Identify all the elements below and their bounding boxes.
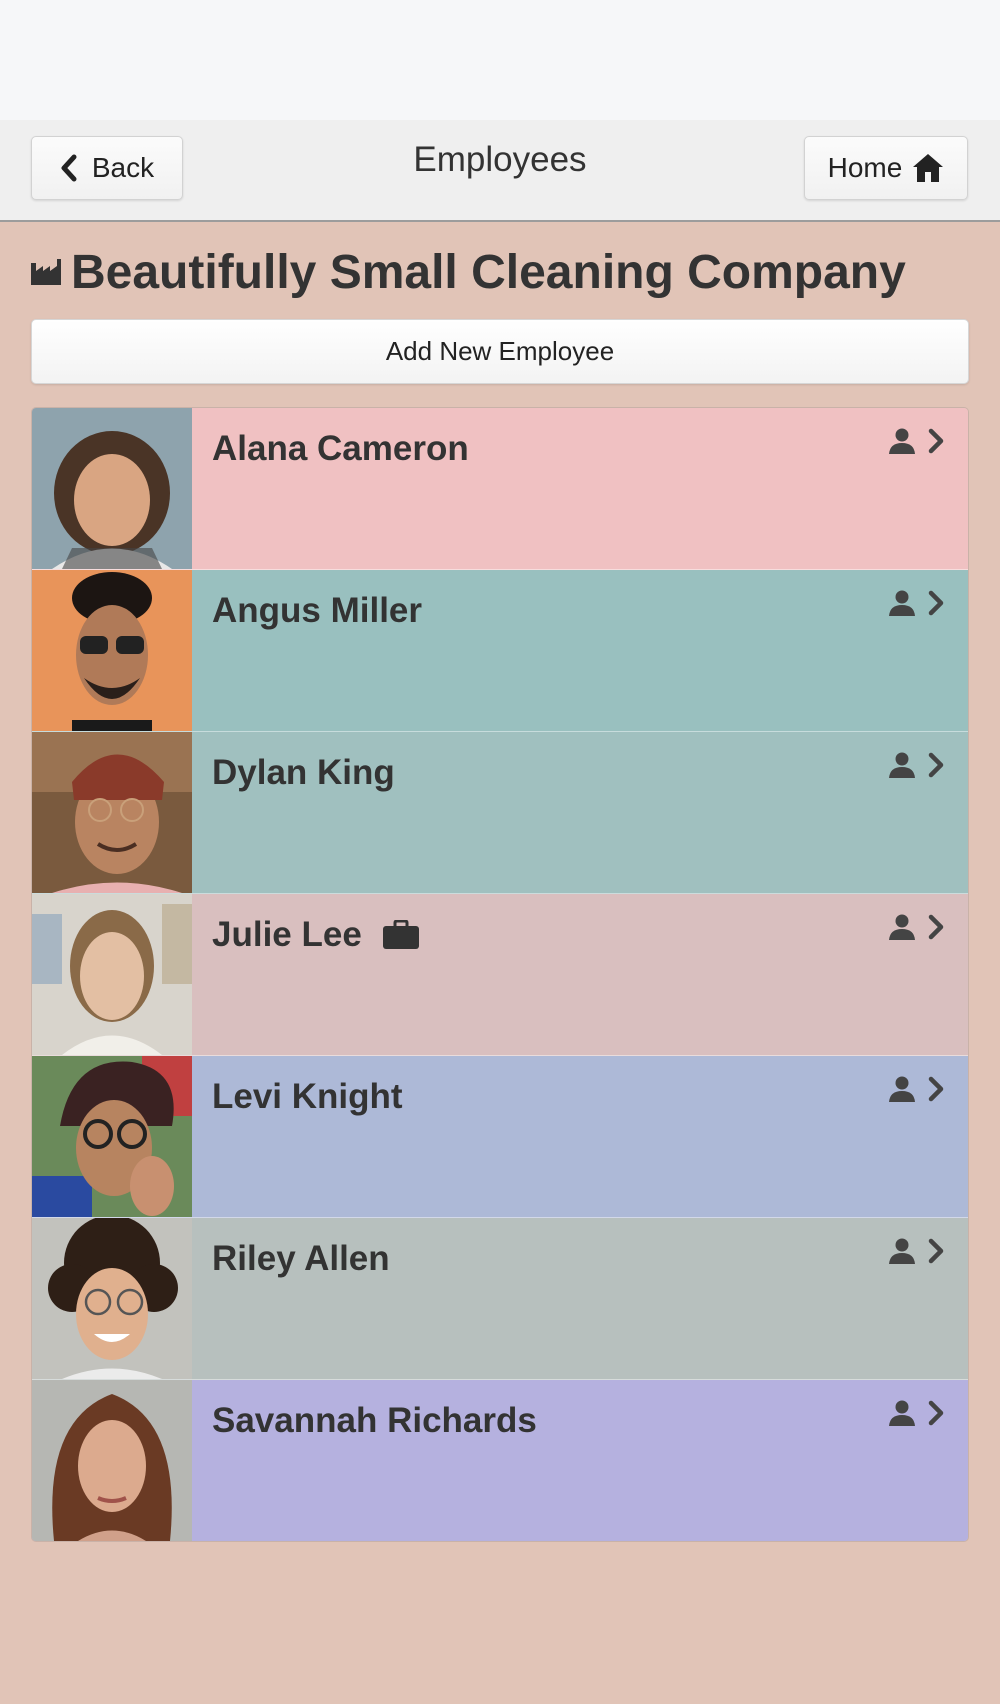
person-icon bbox=[889, 428, 915, 454]
avatar bbox=[32, 408, 192, 569]
add-new-employee-button[interactable]: Add New Employee bbox=[31, 319, 969, 384]
chevron-right-icon bbox=[928, 914, 944, 940]
employee-row[interactable]: Savannah Richards bbox=[32, 1380, 968, 1541]
employee-name: Julie Lee bbox=[212, 915, 362, 954]
person-icon bbox=[889, 914, 915, 940]
employee-row[interactable]: Riley Allen bbox=[32, 1218, 968, 1380]
briefcase-icon bbox=[382, 920, 419, 949]
chevron-right-icon bbox=[928, 1238, 944, 1264]
avatar bbox=[32, 1056, 192, 1217]
home-button[interactable]: Home bbox=[804, 136, 968, 200]
employee-row[interactable]: Dylan King bbox=[32, 732, 968, 894]
employee-row[interactable]: Angus Miller bbox=[32, 570, 968, 732]
person-icon bbox=[889, 1238, 915, 1264]
chevron-right-icon bbox=[928, 752, 944, 778]
employee-name: Levi Knight bbox=[212, 1077, 403, 1116]
employee-row[interactable]: Alana Cameron bbox=[32, 408, 968, 570]
home-button-label: Home bbox=[827, 152, 903, 183]
avatar bbox=[32, 894, 192, 1055]
employee-name: Savannah Richards bbox=[212, 1401, 537, 1440]
company-name: Beautifully Small Cleaning Company bbox=[71, 245, 906, 299]
avatar bbox=[32, 570, 192, 731]
person-icon bbox=[889, 1076, 915, 1102]
chevron-right-icon bbox=[928, 428, 944, 454]
person-icon bbox=[889, 752, 915, 778]
factory-icon bbox=[31, 259, 61, 285]
add-new-employee-label: Add New Employee bbox=[385, 336, 615, 366]
employee-row[interactable]: Julie Lee bbox=[32, 894, 968, 1056]
page-header: Back Employees Home bbox=[0, 120, 1000, 222]
employee-name: Alana Cameron bbox=[212, 429, 469, 468]
person-icon bbox=[889, 590, 915, 616]
avatar bbox=[32, 732, 192, 893]
chevron-right-icon bbox=[928, 1076, 944, 1102]
avatar bbox=[32, 1380, 192, 1541]
chevron-right-icon bbox=[928, 1400, 944, 1426]
chevron-right-icon bbox=[928, 590, 944, 616]
home-icon bbox=[913, 154, 944, 182]
company-title: Beautifully Small Cleaning Company bbox=[31, 242, 969, 302]
employee-list: Alana Cameron Angus Miller Dylan King Ju… bbox=[31, 407, 969, 1542]
status-area bbox=[0, 0, 1000, 120]
person-icon bbox=[889, 1400, 915, 1426]
employee-name: Dylan King bbox=[212, 753, 395, 792]
employee-name: Angus Miller bbox=[212, 591, 423, 630]
employee-row[interactable]: Levi Knight bbox=[32, 1056, 968, 1218]
employee-name: Riley Allen bbox=[212, 1239, 390, 1278]
avatar bbox=[32, 1218, 192, 1379]
